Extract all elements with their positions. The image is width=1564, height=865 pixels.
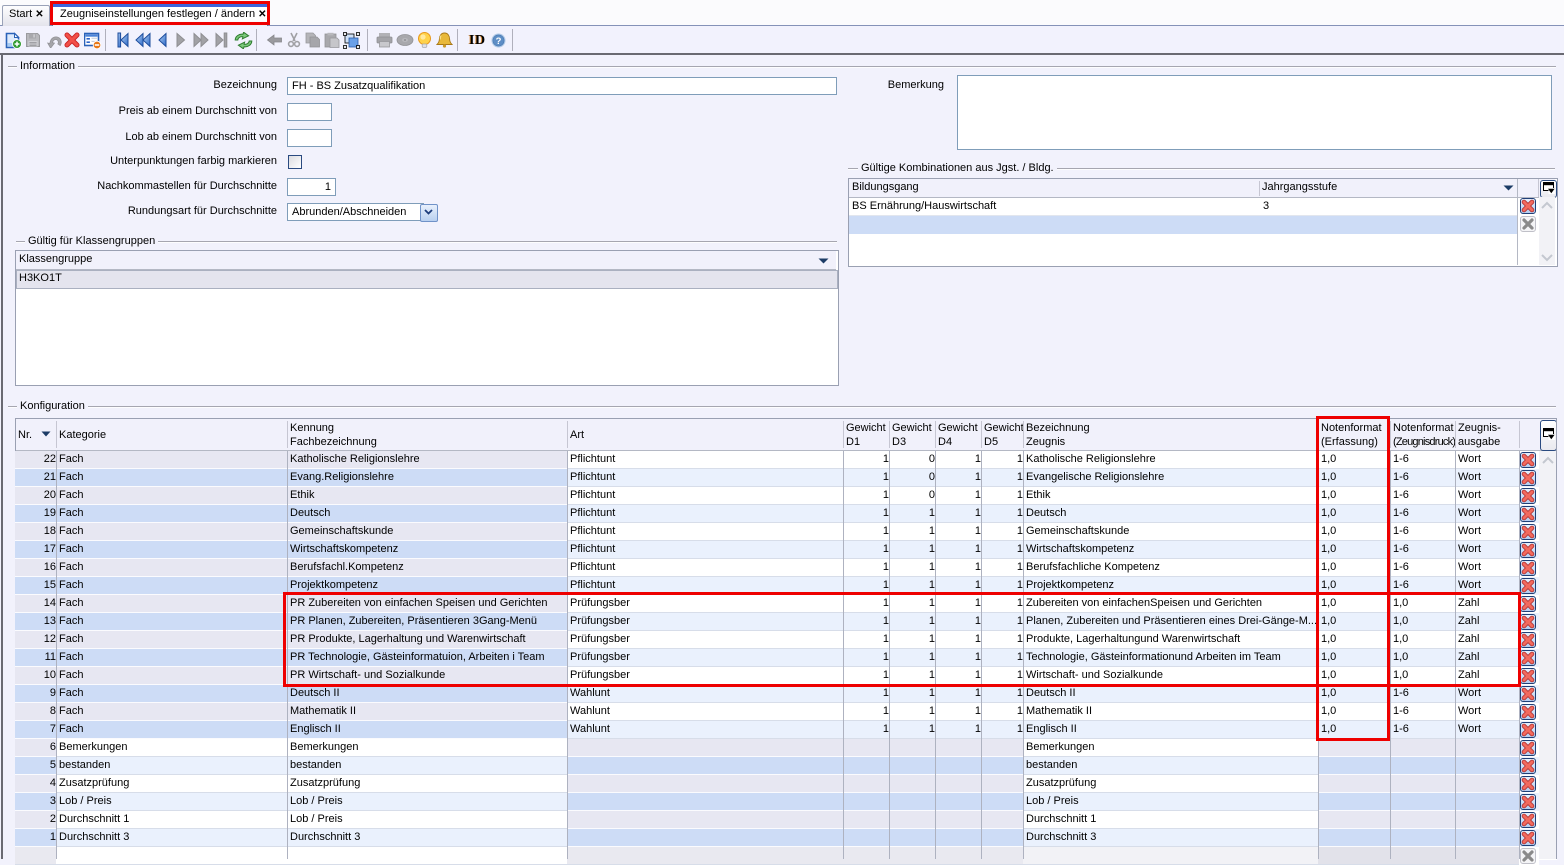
svg-text:?: ? bbox=[496, 36, 502, 47]
